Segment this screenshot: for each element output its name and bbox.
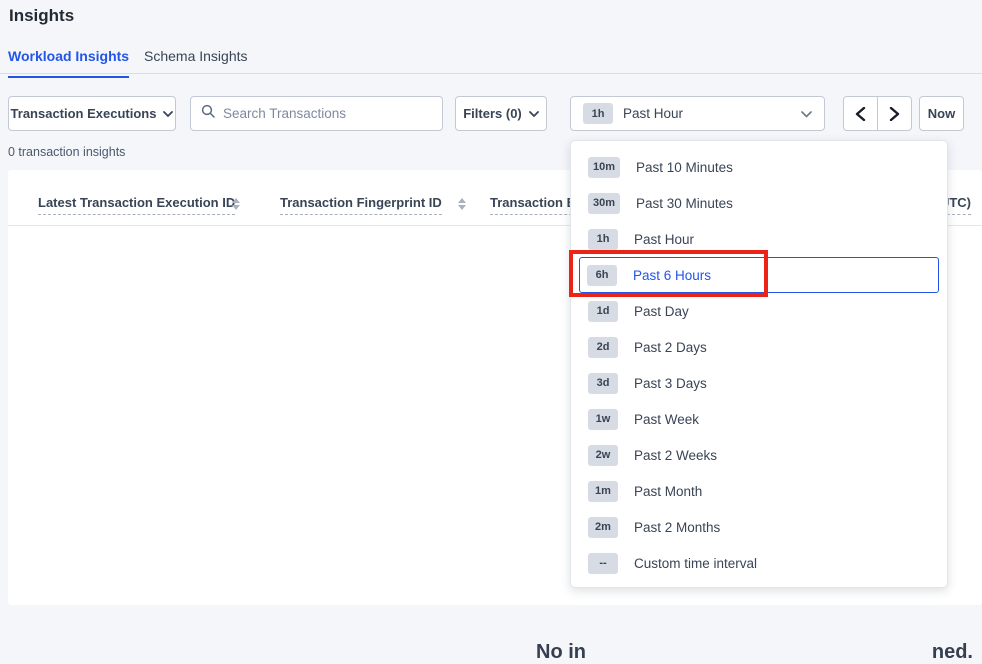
empty-state-text-left: No in bbox=[536, 641, 586, 664]
time-option-badge: 1w bbox=[588, 409, 618, 430]
now-label: Now bbox=[928, 106, 955, 121]
sort-icon[interactable] bbox=[232, 197, 240, 211]
time-option-label: Past 2 Days bbox=[634, 340, 707, 355]
time-option-label: Past 6 Hours bbox=[633, 268, 711, 283]
time-option-badge: 3d bbox=[588, 373, 618, 394]
time-interval-select[interactable]: 1h Past Hour bbox=[570, 96, 825, 131]
time-option-6h[interactable]: 6h Past 6 Hours bbox=[579, 257, 939, 293]
time-option-custom[interactable]: -- Custom time interval bbox=[579, 545, 939, 581]
time-option-label: Past 30 Minutes bbox=[636, 196, 733, 211]
chevron-down-icon bbox=[801, 105, 812, 123]
time-option-badge: 10m bbox=[588, 157, 620, 178]
tab-schema-insights[interactable]: Schema Insights bbox=[144, 48, 248, 76]
time-option-2d[interactable]: 2d Past 2 Days bbox=[579, 329, 939, 365]
time-option-2m[interactable]: 2m Past 2 Months bbox=[579, 509, 939, 545]
column-header-latest-transaction-execution-id[interactable]: Latest Transaction Execution ID bbox=[38, 195, 235, 215]
search-input[interactable] bbox=[223, 106, 432, 121]
page-title: Insights bbox=[9, 6, 74, 26]
chevron-down-icon bbox=[529, 106, 539, 121]
time-option-10m[interactable]: 10m Past 10 Minutes bbox=[579, 149, 939, 185]
search-box[interactable] bbox=[190, 96, 443, 131]
chevron-down-icon bbox=[163, 106, 173, 121]
sort-icon[interactable] bbox=[458, 197, 466, 211]
time-option-badge: 2d bbox=[588, 337, 618, 358]
time-option-1m[interactable]: 1m Past Month bbox=[579, 473, 939, 509]
previous-interval-button[interactable] bbox=[844, 97, 877, 130]
time-option-2w[interactable]: 2w Past 2 Weeks bbox=[579, 437, 939, 473]
time-option-1h[interactable]: 1h Past Hour bbox=[579, 221, 939, 257]
time-option-label: Past 10 Minutes bbox=[636, 160, 733, 175]
time-option-label: Custom time interval bbox=[634, 556, 757, 571]
now-button[interactable]: Now bbox=[919, 96, 964, 131]
time-option-label: Past Month bbox=[634, 484, 702, 499]
time-option-badge: 30m bbox=[588, 193, 620, 214]
time-option-label: Past Week bbox=[634, 412, 699, 427]
tab-workload-insights[interactable]: Workload Insights bbox=[8, 48, 129, 78]
time-option-3d[interactable]: 3d Past 3 Days bbox=[579, 365, 939, 401]
time-option-badge: 1d bbox=[588, 301, 618, 322]
column-header-transaction-execution[interactable]: Transaction Ex bbox=[490, 195, 582, 215]
search-icon bbox=[201, 104, 215, 123]
column-header-transaction-fingerprint-id[interactable]: Transaction Fingerprint ID bbox=[280, 195, 442, 215]
tab-bar: Workload Insights Schema Insights bbox=[0, 44, 982, 74]
time-option-label: Past 2 Months bbox=[634, 520, 720, 535]
time-interval-label: Past Hour bbox=[623, 106, 683, 121]
time-option-badge: 6h bbox=[587, 265, 617, 286]
time-option-badge: 2w bbox=[588, 445, 618, 466]
time-option-30m[interactable]: 30m Past 30 Minutes bbox=[579, 185, 939, 221]
time-option-label: Past 3 Days bbox=[634, 376, 707, 391]
time-option-badge: 1h bbox=[588, 229, 618, 250]
transaction-type-select[interactable]: Transaction Executions bbox=[8, 96, 176, 131]
filters-label: Filters (0) bbox=[463, 106, 522, 121]
time-option-badge: 2m bbox=[588, 517, 618, 538]
time-nav-group bbox=[843, 96, 912, 131]
time-option-1w[interactable]: 1w Past Week bbox=[579, 401, 939, 437]
time-option-label: Past 2 Weeks bbox=[634, 448, 717, 463]
time-option-badge: -- bbox=[588, 553, 618, 574]
transaction-type-label: Transaction Executions bbox=[11, 106, 157, 121]
time-option-label: Past Hour bbox=[634, 232, 694, 247]
time-option-1d[interactable]: 1d Past Day bbox=[579, 293, 939, 329]
next-interval-button[interactable] bbox=[877, 97, 911, 130]
time-option-label: Past Day bbox=[634, 304, 689, 319]
insights-count: 0 transaction insights bbox=[8, 145, 125, 159]
time-interval-badge: 1h bbox=[583, 103, 613, 124]
time-option-badge: 1m bbox=[588, 481, 618, 502]
time-interval-dropdown: 10m Past 10 Minutes 30m Past 30 Minutes … bbox=[570, 140, 948, 588]
empty-state-text-right: ned. bbox=[932, 641, 973, 664]
filters-button[interactable]: Filters (0) bbox=[455, 96, 547, 131]
